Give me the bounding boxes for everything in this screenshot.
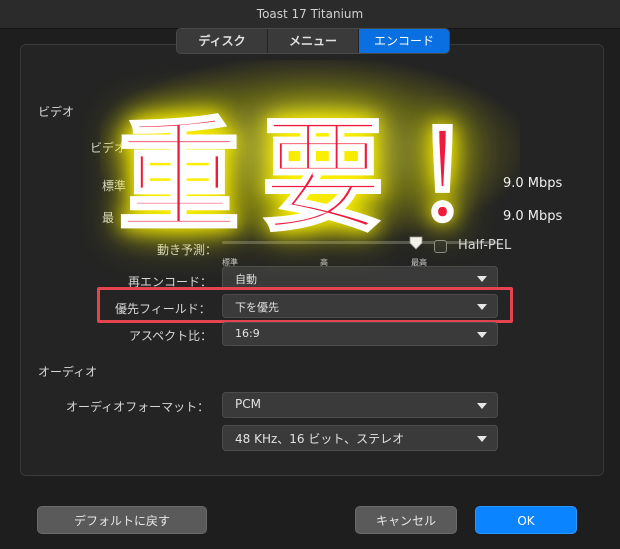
chevron-down-icon	[477, 332, 487, 338]
audio-quality-select[interactable]: 48 KHz、16 ビット、ステレオ	[222, 425, 498, 451]
overlay-text-juu: 重	[117, 105, 242, 250]
audio-format-label: オーディオフォーマット：	[66, 400, 210, 414]
tab-menu[interactable]: メニュー	[268, 29, 359, 53]
chevron-down-icon	[477, 403, 487, 409]
chevron-down-icon	[477, 276, 487, 282]
audio-quality-value: 48 KHz、16 ビット、ステレオ	[235, 432, 405, 446]
restore-defaults-button[interactable]: デフォルトに戻す	[37, 506, 207, 534]
ok-button[interactable]: OK	[475, 506, 577, 534]
window-title: Toast 17 Titanium	[0, 0, 620, 29]
audio-section-title: オーディオ	[38, 365, 98, 379]
tab-disc[interactable]: ディスク	[177, 29, 268, 53]
tab-encode[interactable]: エンコード	[359, 29, 449, 53]
aspect-ratio-select[interactable]: 16:9	[222, 322, 498, 346]
video-section-title: ビデオ	[38, 105, 75, 119]
overlay-text-exclamation: ！	[411, 105, 536, 250]
audio-format-select[interactable]: PCM	[222, 392, 498, 418]
aspect-ratio-label: アスペクト比：	[129, 329, 213, 343]
audio-format-value: PCM	[235, 397, 261, 411]
tab-bar: ディスク メニュー エンコード	[176, 28, 450, 54]
reencode-value: 自動	[235, 273, 257, 286]
overlay-text-you: 要	[261, 105, 386, 250]
highlight-box	[97, 287, 513, 323]
cancel-button[interactable]: キャンセル	[355, 506, 457, 534]
aspect-ratio-value: 16:9	[235, 327, 260, 340]
chevron-down-icon	[477, 436, 487, 442]
